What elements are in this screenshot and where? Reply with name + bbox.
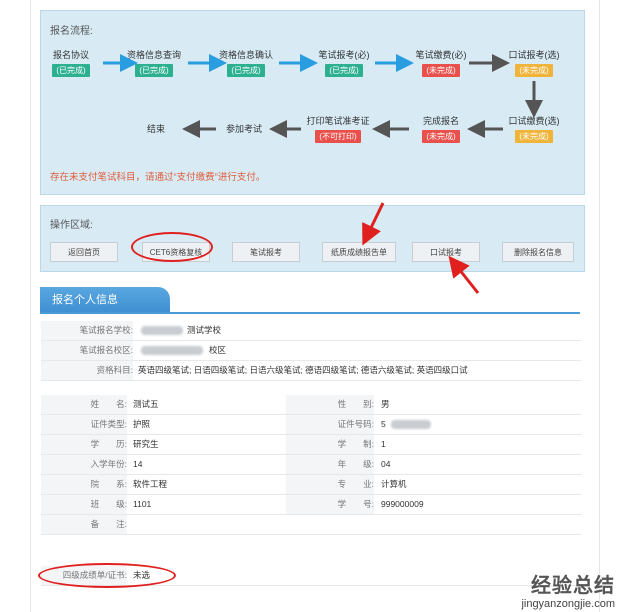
table-row: 笔试报名学校: 测试学校 (41, 321, 581, 341)
step-oral-payment: 口试缴费(选) (未完成) (508, 116, 560, 143)
watermark: 经验总结 jingyanzongjie.com (521, 569, 615, 610)
status-badge: (不可打印) (315, 130, 361, 143)
status-badge: (未完成) (515, 130, 553, 143)
back-home-button[interactable]: 返回首页 (50, 242, 118, 262)
redacted-text (391, 420, 431, 429)
written-register-button[interactable]: 笔试报考 (232, 242, 300, 262)
status-badge: (已完成) (52, 64, 90, 77)
table-row: 班 级: 1101 学 号: 999000009 (41, 495, 581, 515)
process-title: 报名流程: (50, 26, 93, 37)
step-complete-registration: 完成报名 (未完成) (422, 116, 460, 143)
status-badge: (已完成) (135, 64, 173, 77)
table-row: 资格科目: 英语四级笔试; 日语四级笔试; 日语六级笔试; 德语四级笔试; 德语… (41, 361, 581, 381)
table-row: 入学年份: 14 年 级: 04 (41, 455, 581, 475)
step-take-exam: 参加考试 (225, 124, 262, 134)
table-row: 院 系: 软件工程 专 业: 计算机 (41, 475, 581, 495)
step-oral-register: 口试报考(选) (未完成) (508, 50, 560, 77)
operation-panel: 操作区域: 返回首页 CET6资格复核 笔试报考 纸质成绩报告单 口试报考 删除… (40, 205, 585, 272)
table-row: 备 注: (41, 515, 581, 535)
table-row: 学 历: 研究生 学 制: 1 (41, 435, 581, 455)
operation-title: 操作区域: (50, 220, 93, 231)
step-written-payment: 笔试缴费(必) (未完成) (415, 50, 467, 77)
divider (40, 312, 580, 314)
step-agreement: 报名协议 (已完成) (52, 50, 90, 77)
unpaid-warning: 存在未支付笔试科目，请通过“支付缴费”进行支付。 (50, 172, 266, 183)
registration-process-panel: 报名流程: 报名协议 (已完成) 资格信息查询 (已完成) 资格信息确认 (已完… (40, 10, 585, 195)
step-end: 结束 (146, 124, 165, 134)
redacted-text (141, 346, 203, 355)
step-qualification-confirm: 资格信息确认 (已完成) (218, 50, 273, 77)
table-row: 笔试报名校区: 校区 (41, 341, 581, 361)
step-print-admission: 打印笔试准考证 (不可打印) (306, 116, 370, 143)
table-row: 姓 名: 测试五 性 别: 男 (41, 395, 581, 415)
status-badge: (已完成) (325, 64, 363, 77)
status-badge: (未完成) (422, 64, 460, 77)
status-badge: (未完成) (422, 130, 460, 143)
info-section-title: 报名个人信息 (40, 287, 170, 313)
step-written-register: 笔试报考(必) (已完成) (318, 50, 370, 77)
paper-score-report-button[interactable]: 纸质成绩报告单 (322, 242, 396, 262)
status-badge: (未完成) (515, 64, 553, 77)
oral-register-button[interactable]: 口试报考 (412, 242, 480, 262)
redacted-text (141, 326, 183, 335)
cet6-review-button[interactable]: CET6资格复核 (142, 242, 210, 262)
delete-registration-button[interactable]: 删除报名信息 (502, 242, 574, 262)
status-badge: (已完成) (227, 64, 265, 77)
watermark-url: jingyanzongjie.com (521, 598, 615, 610)
table-row: 证件类型: 护照 证件号码: 5 (41, 415, 581, 435)
watermark-text: 经验总结 (531, 575, 615, 597)
step-qualification-query: 资格信息查询 (已完成) (126, 50, 181, 77)
table-row: 四级成绩单/证书: 未选 (41, 566, 581, 586)
